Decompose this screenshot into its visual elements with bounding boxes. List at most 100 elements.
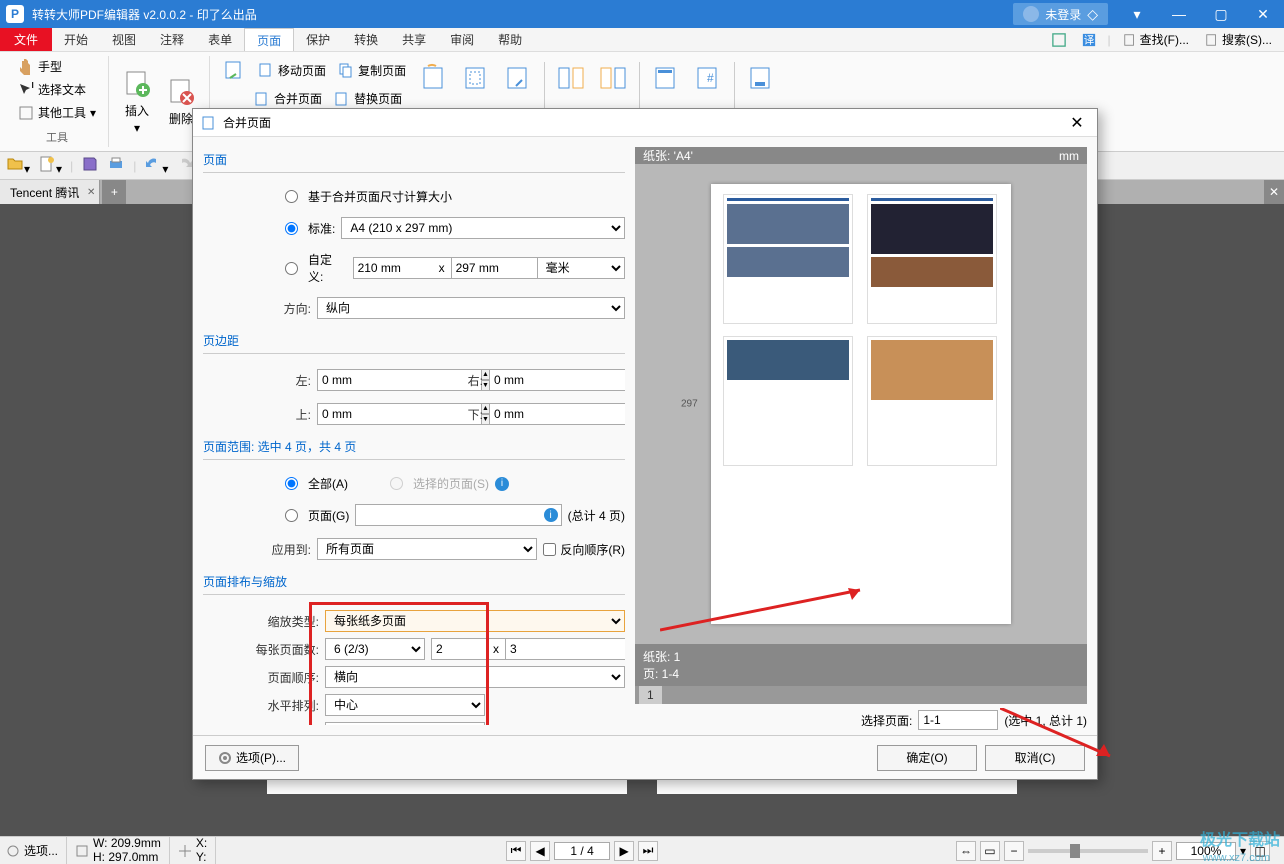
split-page-icon[interactable] (555, 62, 587, 94)
first-page-button[interactable]: ⏮ (506, 841, 526, 861)
margin-top-input[interactable]: ▲▼ (317, 403, 397, 425)
user-status-area[interactable]: 未登录 ◇ (1013, 3, 1108, 25)
menu-page[interactable]: 页面 (244, 28, 294, 51)
options-button[interactable]: 选项(P)... (205, 745, 299, 771)
page-range-input[interactable] (355, 504, 561, 526)
rotate-page-icon[interactable] (418, 62, 450, 94)
apply-to-select[interactable]: 所有页面 (317, 538, 537, 560)
fullscreen-icon[interactable] (1048, 33, 1070, 47)
dialog-title-text: 合并页面 (223, 114, 271, 131)
menu-protect[interactable]: 保护 (294, 28, 342, 51)
print-icon[interactable] (107, 155, 125, 176)
page-order-select[interactable]: 横向 (325, 666, 625, 688)
other-tools[interactable]: 其他工具 ▾ (14, 102, 100, 123)
reverse-order-checkbox[interactable] (543, 543, 556, 556)
menu-view[interactable]: 视图 (100, 28, 148, 51)
fit-page-button[interactable]: ▭ (980, 841, 1000, 861)
crop-page-icon[interactable] (460, 62, 492, 94)
thumbnail-bar[interactable]: 1 (635, 686, 1087, 704)
radio-all-pages[interactable] (285, 477, 298, 490)
minimize-button[interactable]: — (1158, 0, 1200, 28)
select-page-input[interactable] (918, 710, 998, 730)
custom-width-input[interactable]: ▲▼ (353, 257, 433, 279)
pages-per-sheet-select[interactable]: 6 (2/3) (325, 638, 425, 660)
prev-page-button[interactable]: ◀ (530, 841, 550, 861)
save-icon[interactable] (81, 155, 99, 176)
svg-text:T: T (29, 82, 34, 91)
fit-width-button[interactable]: ⇔ (956, 841, 976, 861)
search-button[interactable]: 搜索(S)... (1201, 31, 1276, 48)
radio-custom[interactable] (285, 262, 298, 275)
menu-form[interactable]: 表单 (196, 28, 244, 51)
add-tab-button[interactable]: + (102, 180, 126, 204)
pages-x-input[interactable]: ▲▼ (431, 638, 487, 660)
page-number-icon[interactable]: # (692, 62, 724, 94)
unit-select[interactable]: 毫米 (537, 257, 625, 279)
page-label-icon[interactable] (745, 62, 777, 94)
undo-icon[interactable]: ▾ (144, 155, 168, 176)
next-page-button[interactable]: ▶ (614, 841, 634, 861)
orientation-select[interactable]: 纵向 (317, 297, 625, 319)
zoom-in-button[interactable]: + (1152, 841, 1172, 861)
zoom-slider[interactable] (1028, 849, 1148, 853)
menu-help[interactable]: 帮助 (486, 28, 534, 51)
last-page-button[interactable]: ⏭ (638, 841, 658, 861)
dropdown-button[interactable]: ▾ (1116, 0, 1158, 28)
menu-start[interactable]: 开始 (52, 28, 100, 51)
cancel-button[interactable]: 取消(C) (985, 745, 1085, 771)
page-nav-input[interactable] (554, 842, 610, 860)
menu-annotate[interactable]: 注释 (148, 28, 196, 51)
hand-tool[interactable]: 手型 (14, 56, 66, 77)
find-button[interactable]: 查找(F)... (1119, 31, 1193, 48)
app-title: 转转大师PDF编辑器 v2.0.0.2 - 印了么出品 (32, 6, 1013, 23)
resize-page-icon[interactable] (502, 62, 534, 94)
pages-y-input[interactable]: ▲▼ (505, 638, 561, 660)
new-file-icon[interactable]: ▾ (38, 155, 62, 176)
insert-page-button[interactable]: 插入▾ (117, 66, 157, 137)
custom-height-input[interactable]: ▲▼ (451, 257, 531, 279)
close-button[interactable]: ✕ (1242, 0, 1284, 28)
info-icon[interactable]: i (544, 508, 558, 522)
select-text-tool[interactable]: T选择文本 (14, 79, 90, 100)
replace-page-button[interactable]: 替换页面 (330, 88, 406, 109)
header-footer-icon[interactable] (650, 62, 682, 94)
file-menu[interactable]: 文件 (0, 28, 52, 51)
h-align-select[interactable]: 中心 (325, 694, 485, 716)
tabs-close-all[interactable]: ✕ (1264, 180, 1284, 204)
extract-button[interactable] (218, 56, 250, 84)
copy-page-button[interactable]: 复制页面 (334, 56, 410, 84)
section-page: 页面 (203, 147, 625, 173)
margin-right-input[interactable]: ▲▼ (489, 369, 569, 391)
info-icon[interactable]: i (495, 477, 509, 491)
radio-merge-size[interactable] (285, 190, 298, 203)
dialog-close-button[interactable]: ✕ (1065, 111, 1089, 135)
app-logo-icon: P (6, 5, 24, 23)
view-mode-button[interactable]: ◫ (1250, 841, 1270, 861)
menu-share[interactable]: 共享 (390, 28, 438, 51)
section-layout: 页面排布与缩放 (203, 569, 625, 595)
preview-area[interactable]: 210 297 (635, 164, 1087, 644)
merge-page-button[interactable]: 合并页面 (250, 88, 326, 109)
status-options[interactable]: 选项... (24, 842, 58, 859)
zoom-out-button[interactable]: − (1004, 841, 1024, 861)
radio-page-range[interactable] (285, 509, 298, 522)
scale-type-select[interactable]: 每张纸多页面 (325, 610, 625, 632)
margin-bottom-input[interactable]: ▲▼ (489, 403, 569, 425)
close-tab-icon[interactable]: ✕ (87, 187, 95, 198)
swap-page-icon[interactable] (597, 62, 629, 94)
translate-icon[interactable]: 译 (1078, 33, 1100, 47)
maximize-button[interactable]: ▢ (1200, 0, 1242, 28)
zoom-dropdown-icon[interactable]: ▾ (1240, 844, 1246, 858)
ok-button[interactable]: 确定(O) (877, 745, 977, 771)
margin-left-input[interactable]: ▲▼ (317, 369, 397, 391)
radio-standard[interactable] (285, 222, 298, 235)
menu-review[interactable]: 审阅 (438, 28, 486, 51)
v-align-select[interactable]: 中间 (325, 722, 485, 725)
zoom-input[interactable] (1176, 842, 1236, 860)
document-tab[interactable]: Tencent 腾讯 ✕ (0, 180, 100, 204)
dimensions-icon (75, 844, 89, 858)
move-page-button[interactable]: 移动页面 (254, 56, 330, 84)
standard-size-select[interactable]: A4 (210 x 297 mm) (341, 217, 625, 239)
open-file-icon[interactable]: ▾ (6, 155, 30, 176)
menu-convert[interactable]: 转换 (342, 28, 390, 51)
